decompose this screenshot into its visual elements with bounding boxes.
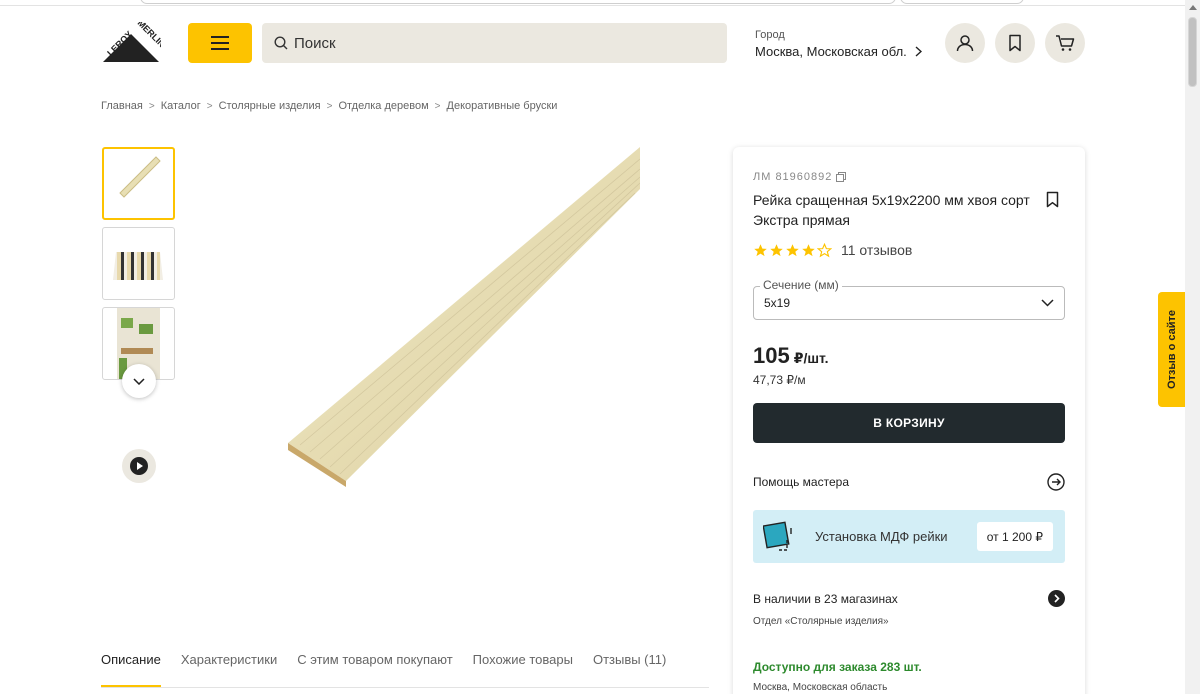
scroll-up-icon[interactable] [1189,5,1197,10]
top-bar-element [140,0,896,4]
breadcrumb-carpentry[interactable]: Столярные изделия [219,100,321,112]
bookmark-icon [1009,34,1021,52]
product-code: ЛМ 81960892 [753,171,847,183]
star-filled-icon [770,243,783,256]
catalog-menu-button[interactable] [188,23,252,63]
chevron-right-icon [915,46,922,57]
site-feedback-button[interactable]: Отзыв о сайте [1158,292,1185,407]
leroy-merlin-logo[interactable]: LEROY MERLIN [101,18,167,64]
region-label: Москва, Московская область [753,682,888,693]
tab-reviews[interactable]: Отзывы (11) [593,652,666,688]
price-unit: ₽/шт. [793,350,829,366]
price-per-meter: 47,73 ₽/м [753,373,806,387]
breadcrumb-decorative-bars[interactable]: Декоративные бруски [447,100,558,112]
scrollbar-thumb[interactable] [1188,17,1197,87]
top-bar-element-2 [900,0,1024,4]
stock-label: В наличии в 23 магазинах [753,591,898,606]
page-scrollbar[interactable] [1185,0,1200,694]
user-icon [956,35,974,52]
breadcrumb: Главная > Каталог > Столярные изделия > Отд… [101,100,557,112]
thumbnail-1[interactable] [102,147,175,220]
tabs-divider [101,687,709,688]
favorites-button[interactable] [995,23,1035,63]
product-card: ЛМ 81960892 Рейка сращенная 5x19x2200 мм… [733,147,1085,694]
star-filled-icon [802,243,815,256]
chevron-right-icon: > [206,100,213,112]
search-input[interactable]: Поиск [262,23,727,63]
city-value: Москва, Московская обл. [755,44,907,59]
arrow-right-circle-filled-icon [1048,590,1065,607]
add-to-favorites-button[interactable] [1046,191,1059,213]
star-empty-icon [817,242,832,257]
tab-similar[interactable]: Похожие товары [473,652,573,688]
tab-description[interactable]: Описание [101,652,161,688]
copy-icon[interactable] [836,172,847,182]
thumbnail-2[interactable] [102,227,175,300]
product-rating[interactable]: 11 отзывов [753,242,912,258]
cart-icon [1056,35,1075,51]
add-to-cart-button[interactable]: В КОРЗИНУ [753,403,1065,443]
mdf-panel-icon [763,520,792,551]
product-title: Рейка сращенная 5x19x2200 мм хвоя сорт Э… [753,192,1030,228]
site-feedback-label: Отзыв о сайте [1165,309,1178,390]
cart-button[interactable] [1045,23,1085,63]
department-label: Отдел «Столярные изделия» [753,616,889,627]
star-filled-icon [754,243,767,256]
installation-service[interactable]: Установка МДФ рейки от 1 200 ₽ [753,510,1065,563]
thumbnails-next-button[interactable] [122,364,156,398]
search-icon [274,36,288,50]
chevron-right-icon: > [326,100,333,112]
play-icon [130,457,148,475]
chevron-right-icon: > [434,100,441,112]
arrow-right-circle-icon [1047,473,1065,491]
section-value: 5x19 [764,296,791,310]
master-help-label: Помощь мастера [753,475,849,489]
service-price[interactable]: от 1 200 ₽ [976,522,1053,551]
breadcrumb-home[interactable]: Главная [101,100,143,112]
availability-label: Доступно для заказа 283 шт. [753,660,922,674]
city-label: Город [755,29,785,41]
price: 105 ₽/шт. [753,343,829,369]
reviews-count: 11 отзывов [841,242,913,258]
tab-bought-together[interactable]: С этим товаром покупают [297,652,452,688]
service-label: Установка МДФ рейки [815,529,948,544]
section-label: Сечение (мм) [760,278,842,292]
chevron-down-icon [1041,299,1054,307]
section-select[interactable]: Сечение (мм) 5x19 [753,278,1065,320]
stock-link[interactable]: В наличии в 23 магазинах [753,590,1065,607]
profile-button[interactable] [945,23,985,63]
product-code-value: ЛМ 81960892 [753,171,833,183]
search-placeholder: Поиск [294,34,336,52]
chevron-down-icon [133,377,145,385]
breadcrumb-wood-finish[interactable]: Отделка деревом [338,100,428,112]
product-main-image[interactable] [270,147,641,492]
bookmark-icon [1046,191,1059,208]
price-value: 105 [753,343,790,368]
product-tabs: Описание Характеристики С этим товаром п… [101,652,666,688]
video-play-button[interactable] [122,449,156,483]
tab-characteristics[interactable]: Характеристики [181,652,277,688]
chevron-right-icon: > [148,100,155,112]
breadcrumb-catalog[interactable]: Каталог [161,100,201,112]
master-help-link[interactable]: Помощь мастера [753,473,1065,491]
city-selector[interactable]: Город Москва, Московская обл. [755,29,922,59]
star-filled-icon [786,243,799,256]
browser-top-strip [0,0,1185,6]
hamburger-icon [211,36,229,50]
